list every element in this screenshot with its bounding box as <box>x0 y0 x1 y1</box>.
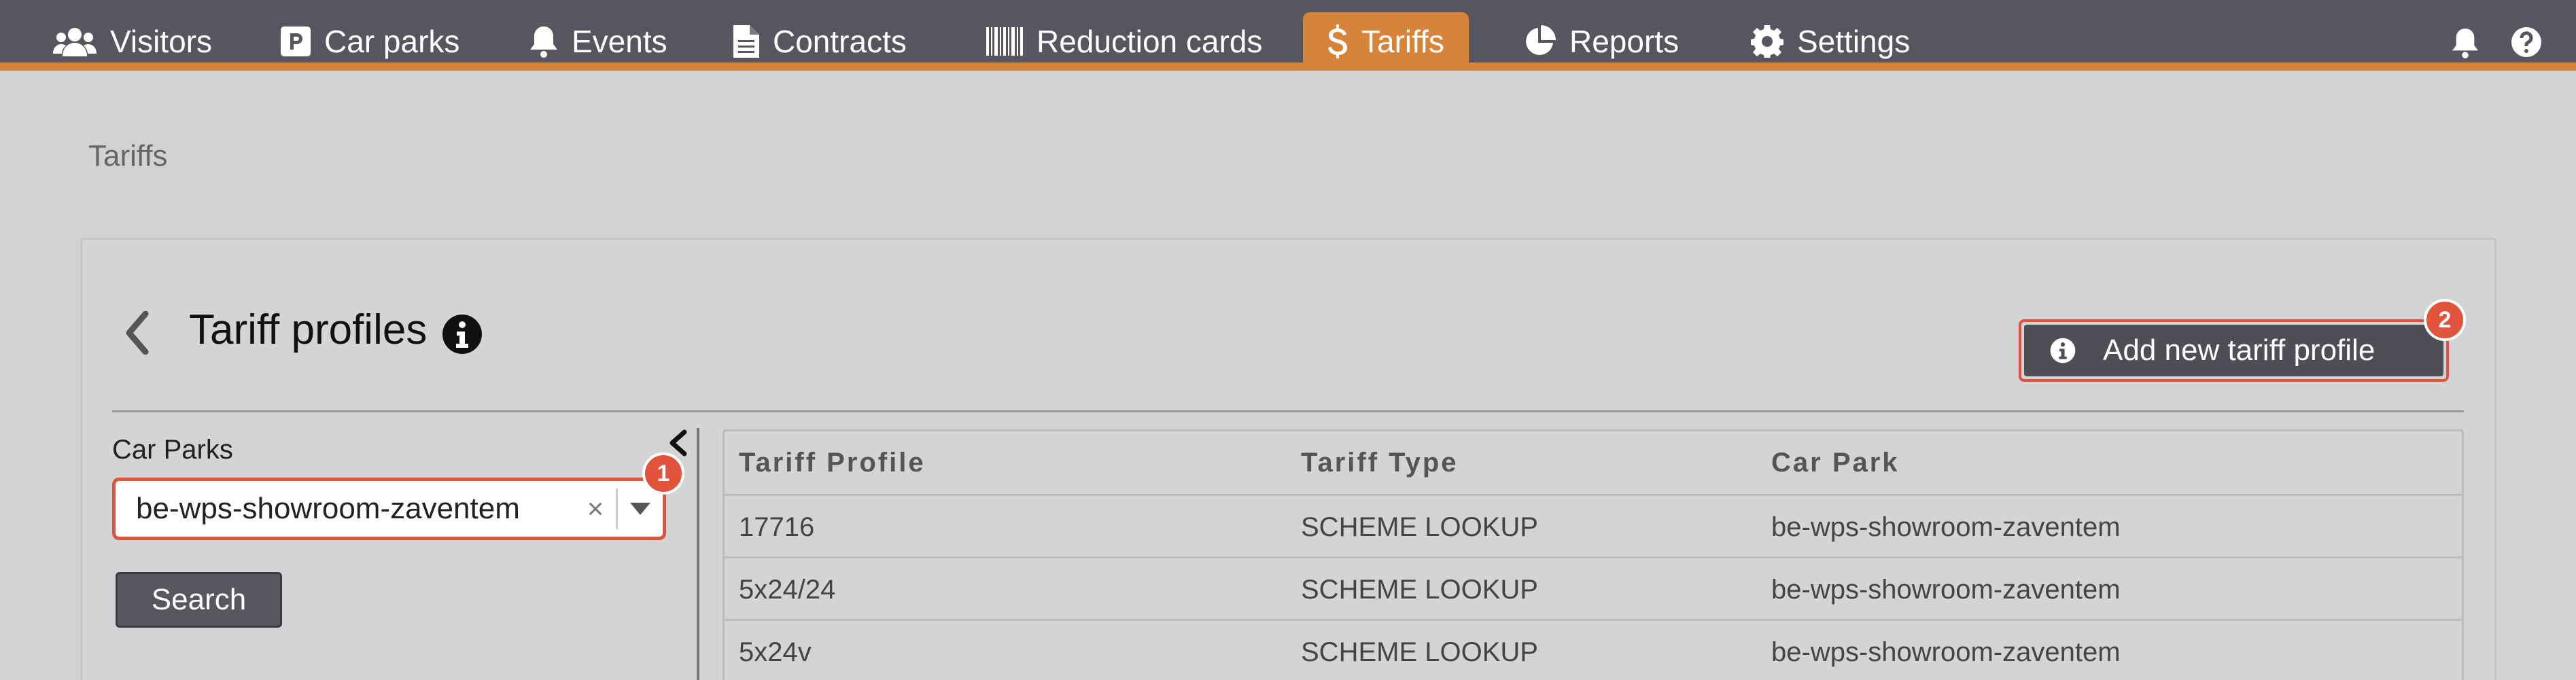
nav-item-settings[interactable]: Settings <box>1726 12 1934 71</box>
nav-label: Tariffs <box>1361 24 1444 59</box>
header-divider <box>112 410 2464 412</box>
nav-label: Events <box>572 24 667 59</box>
clear-selection-button[interactable]: × <box>575 493 616 525</box>
nav-label: Visitors <box>110 24 212 59</box>
caret-down-icon <box>630 503 650 515</box>
nav-item-events[interactable]: Events <box>505 12 692 71</box>
collapse-filter-button[interactable] <box>668 429 689 460</box>
tariff-profiles-table: Tariff Profile Tariff Type Car Park 1771… <box>723 429 2464 680</box>
nav-label: Reduction cards <box>1037 24 1263 59</box>
table-row[interactable]: 17716 SCHEME LOOKUP be-wps-showroom-zave… <box>725 494 2462 556</box>
help-icon <box>2511 27 2541 57</box>
chevron-left-icon <box>126 310 149 355</box>
car-parks-label: Car Parks <box>112 435 233 465</box>
cell-car-park: be-wps-showroom-zaventem <box>1771 574 2121 605</box>
cell-car-park: be-wps-showroom-zaventem <box>1771 512 2121 542</box>
cell-tariff-profile: 17716 <box>739 512 815 542</box>
notifications-button[interactable] <box>2452 27 2479 58</box>
barcode-icon <box>986 27 1023 56</box>
info-icon <box>442 315 482 354</box>
top-nav: Visitors Car parks Events Contracts Redu… <box>0 0 2576 71</box>
bell-icon <box>530 26 557 58</box>
parking-icon <box>281 26 311 56</box>
cell-tariff-type: SCHEME LOOKUP <box>1301 512 1538 542</box>
nav-label: Reports <box>1569 24 1679 59</box>
document-icon <box>733 25 759 58</box>
cell-tariff-profile: 5x24/24 <box>739 574 836 605</box>
add-tariff-profile-button[interactable]: Add new tariff profile <box>2019 319 2449 382</box>
column-header-tariff-type[interactable]: Tariff Type <box>1301 431 1459 494</box>
car-parks-select[interactable]: be-wps-showroom-zaventem × <box>112 478 666 540</box>
nav-item-reports[interactable]: Reports <box>1499 12 1703 71</box>
car-parks-select-value[interactable]: be-wps-showroom-zaventem <box>116 492 575 526</box>
nav-label: Contracts <box>773 24 907 59</box>
dollar-icon <box>1328 24 1347 58</box>
pie-chart-icon <box>1526 25 1556 55</box>
add-button-label: Add new tariff profile <box>2103 334 2375 367</box>
breadcrumb[interactable]: Tariffs <box>88 139 168 173</box>
cell-tariff-type: SCHEME LOOKUP <box>1301 574 1538 605</box>
column-header-car-park[interactable]: Car Park <box>1771 431 1900 494</box>
nav-item-tariffs[interactable]: Tariffs <box>1303 12 1469 71</box>
help-button[interactable] <box>2511 27 2541 57</box>
nav-item-reduction-cards[interactable]: Reduction cards <box>962 12 1287 71</box>
title-info-button[interactable] <box>442 314 483 358</box>
pane-splitter[interactable] <box>697 428 699 680</box>
cell-car-park: be-wps-showroom-zaventem <box>1771 637 2121 667</box>
table-row[interactable]: 5x24/24 SCHEME LOOKUP be-wps-showroom-za… <box>725 556 2462 619</box>
gear-icon <box>1751 25 1783 58</box>
users-icon <box>53 28 97 56</box>
nav-item-contracts[interactable]: Contracts <box>709 12 931 71</box>
add-tariff-profile-button-body[interactable]: Add new tariff profile <box>2024 325 2443 376</box>
nav-item-car-parks[interactable]: Car parks <box>256 12 484 71</box>
nav-item-visitors[interactable]: Visitors <box>29 12 237 71</box>
step-badge-2: 2 <box>2424 299 2466 341</box>
cell-tariff-type: SCHEME LOOKUP <box>1301 637 1538 667</box>
back-button[interactable] <box>124 310 151 358</box>
cell-tariff-profile: 5x24v <box>739 637 812 667</box>
table-row[interactable]: 5x24v SCHEME LOOKUP be-wps-showroom-zave… <box>725 619 2462 680</box>
bell-icon <box>2452 29 2479 58</box>
chevron-left-icon <box>669 429 687 457</box>
info-icon <box>2050 338 2076 363</box>
dropdown-toggle[interactable] <box>618 503 663 515</box>
column-header-tariff-profile[interactable]: Tariff Profile <box>739 431 926 494</box>
page-title: Tariff profiles <box>189 306 428 353</box>
nav-label: Settings <box>1797 24 1911 59</box>
nav-label: Car parks <box>324 24 460 59</box>
search-button[interactable]: Search <box>116 572 282 628</box>
